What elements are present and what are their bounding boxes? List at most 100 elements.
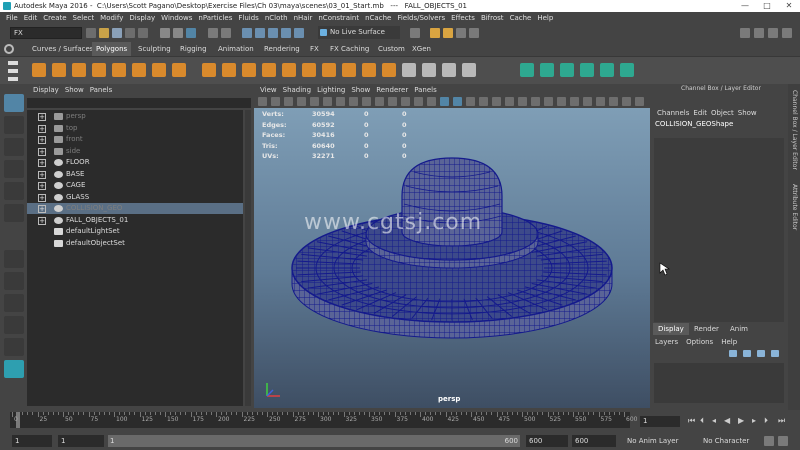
select-tool-icon[interactable] [4, 94, 24, 112]
layer-list[interactable] [654, 363, 784, 403]
panel-toggle-icon[interactable] [782, 28, 792, 38]
save-scene-icon[interactable] [112, 28, 122, 38]
viewport-toolbar-icon[interactable] [570, 97, 579, 106]
shelf-gear-icon[interactable] [4, 44, 14, 54]
viewport-toolbar-icon[interactable] [583, 97, 592, 106]
viewport-toolbar-icon[interactable] [388, 97, 397, 106]
viewport-toolbar-icon[interactable] [271, 97, 280, 106]
viewport-menu-lighting[interactable]: Lighting [317, 86, 345, 94]
poly-pipe-icon[interactable] [222, 63, 236, 77]
outliner-menu-panels[interactable]: Panels [90, 86, 113, 94]
expand-icon[interactable]: + [38, 216, 46, 225]
viewport-toolbar-icon[interactable] [427, 97, 436, 106]
merge-icon[interactable] [442, 63, 456, 77]
animation-end-field[interactable]: 600 [572, 435, 616, 447]
paint-select-tool-icon[interactable] [4, 138, 24, 156]
channel-box-menu-show[interactable]: Show [738, 109, 757, 117]
character-set-dropdown[interactable]: No Character Set [700, 435, 760, 450]
step-back-icon[interactable]: ◂ [712, 416, 720, 425]
menu-create[interactable]: Create [43, 14, 66, 22]
cylindrical-uv-icon[interactable] [540, 63, 554, 77]
multi-cut-icon[interactable] [362, 63, 376, 77]
viewport-toolbar-icon[interactable] [323, 97, 332, 106]
outliner-search-field[interactable] [27, 98, 251, 108]
snap-point-icon[interactable] [268, 28, 278, 38]
step-forward-icon[interactable]: ▸ [752, 416, 760, 425]
ipr-render-icon[interactable] [443, 28, 453, 38]
anim-layer-dropdown[interactable]: No Anim Layer [624, 435, 690, 447]
expand-icon[interactable]: + [38, 193, 46, 202]
symmetry-icon[interactable] [620, 63, 634, 77]
poly-cube-icon[interactable] [52, 63, 66, 77]
rotate-tool-icon[interactable] [4, 182, 24, 200]
viewport-toolbar-icon[interactable] [349, 97, 358, 106]
menu-nhair[interactable]: nHair [294, 14, 313, 22]
outliner-item-defaultobjectset[interactable]: defaultObjectSet [27, 238, 243, 249]
step-forward-key-icon[interactable]: ⏵ [764, 416, 772, 425]
menu-bifrost[interactable]: Bifrost [481, 14, 504, 22]
shelf-tab-polygons[interactable]: Polygons [92, 42, 132, 56]
layer-tab-anim[interactable]: Anim [725, 323, 753, 335]
viewport-toolbar-icon[interactable] [453, 97, 462, 106]
shelf-tab-sculpting[interactable]: Sculpting [134, 42, 175, 56]
uv-editor-icon[interactable] [600, 63, 614, 77]
maya-home-icon[interactable] [4, 360, 24, 378]
graph-layout-icon[interactable] [4, 338, 24, 356]
viewport-toolbar-icon[interactable] [466, 97, 475, 106]
mirror-icon[interactable] [462, 63, 476, 77]
undo-icon[interactable] [125, 28, 135, 38]
viewport-toolbar-icon[interactable] [596, 97, 605, 106]
channel-box-menu-object[interactable]: Object [711, 109, 734, 117]
preferences-icon[interactable] [778, 436, 788, 446]
tab-channel-box[interactable]: Channel Box / Layer Editor [791, 90, 798, 170]
viewport-toolbar-icon[interactable] [401, 97, 410, 106]
playback-end-field[interactable]: 600 [526, 435, 568, 447]
poly-sphere-icon[interactable] [32, 63, 46, 77]
viewport-menu-renderer[interactable]: Renderer [376, 86, 408, 94]
automatic-uv-icon[interactable] [580, 63, 594, 77]
layer-menu-options[interactable]: Options [686, 338, 713, 346]
expand-icon[interactable]: + [38, 124, 46, 133]
menu-ncloth[interactable]: nCloth [265, 14, 288, 22]
auto-key-icon[interactable] [764, 436, 774, 446]
viewport-toolbar-icon[interactable] [310, 97, 319, 106]
viewport-menu-view[interactable]: View [260, 86, 277, 94]
expand-icon[interactable]: + [38, 182, 46, 190]
poly-platonic-icon[interactable] [172, 63, 186, 77]
four-pane-layout-icon[interactable] [4, 272, 24, 290]
viewport-menu-shading[interactable]: Shading [283, 86, 311, 94]
layer-options-icon[interactable] [771, 350, 779, 357]
hypershade-icon[interactable] [469, 28, 479, 38]
expand-icon[interactable]: + [38, 147, 46, 156]
animation-start-field[interactable]: 1 [12, 435, 52, 447]
play-forward-icon[interactable]: ▶ [738, 416, 746, 425]
poly-prism-icon[interactable] [202, 63, 216, 77]
snap-view-icon[interactable] [281, 28, 291, 38]
expand-icon[interactable]: + [38, 159, 46, 167]
viewport-toolbar-icon[interactable] [544, 97, 553, 106]
collision-geo-mesh[interactable] [254, 108, 650, 408]
layer-tab-render[interactable]: Render [689, 323, 724, 335]
insert-edge-loop-icon[interactable] [382, 63, 396, 77]
menu-set-dropdown[interactable]: FX [10, 27, 82, 39]
viewport-toolbar-icon[interactable] [635, 97, 644, 106]
bevel-icon[interactable] [342, 63, 356, 77]
outliner-item-base[interactable]: + BASE [27, 169, 243, 180]
new-layer-icon[interactable] [729, 350, 737, 357]
layer-menu-layers[interactable]: Layers [655, 338, 678, 346]
open-scene-icon[interactable] [99, 28, 109, 38]
viewport-toolbar-icon[interactable] [284, 97, 293, 106]
snap-grid-icon[interactable] [242, 28, 252, 38]
tab-attribute-editor[interactable]: Attribute Editor [791, 184, 798, 230]
channel-list[interactable] [654, 138, 784, 322]
viewport-persp[interactable]: Verts: 30594 0 0 Edges: 60592 0 0 Faces: 30416 0 0 T… [254, 108, 650, 408]
shelf-tab-animation[interactable]: Animation [214, 42, 258, 56]
viewport-toolbar-icon[interactable] [414, 97, 423, 106]
menu-file[interactable]: File [6, 14, 18, 22]
menu-cache[interactable]: Cache [510, 14, 532, 22]
bridge-icon[interactable] [322, 63, 336, 77]
append-polygon-icon[interactable] [402, 63, 416, 77]
target-weld-icon[interactable] [422, 63, 436, 77]
shelf-tab-fx-caching[interactable]: FX Caching [326, 42, 373, 56]
select-hierarchy-icon[interactable] [160, 28, 170, 38]
